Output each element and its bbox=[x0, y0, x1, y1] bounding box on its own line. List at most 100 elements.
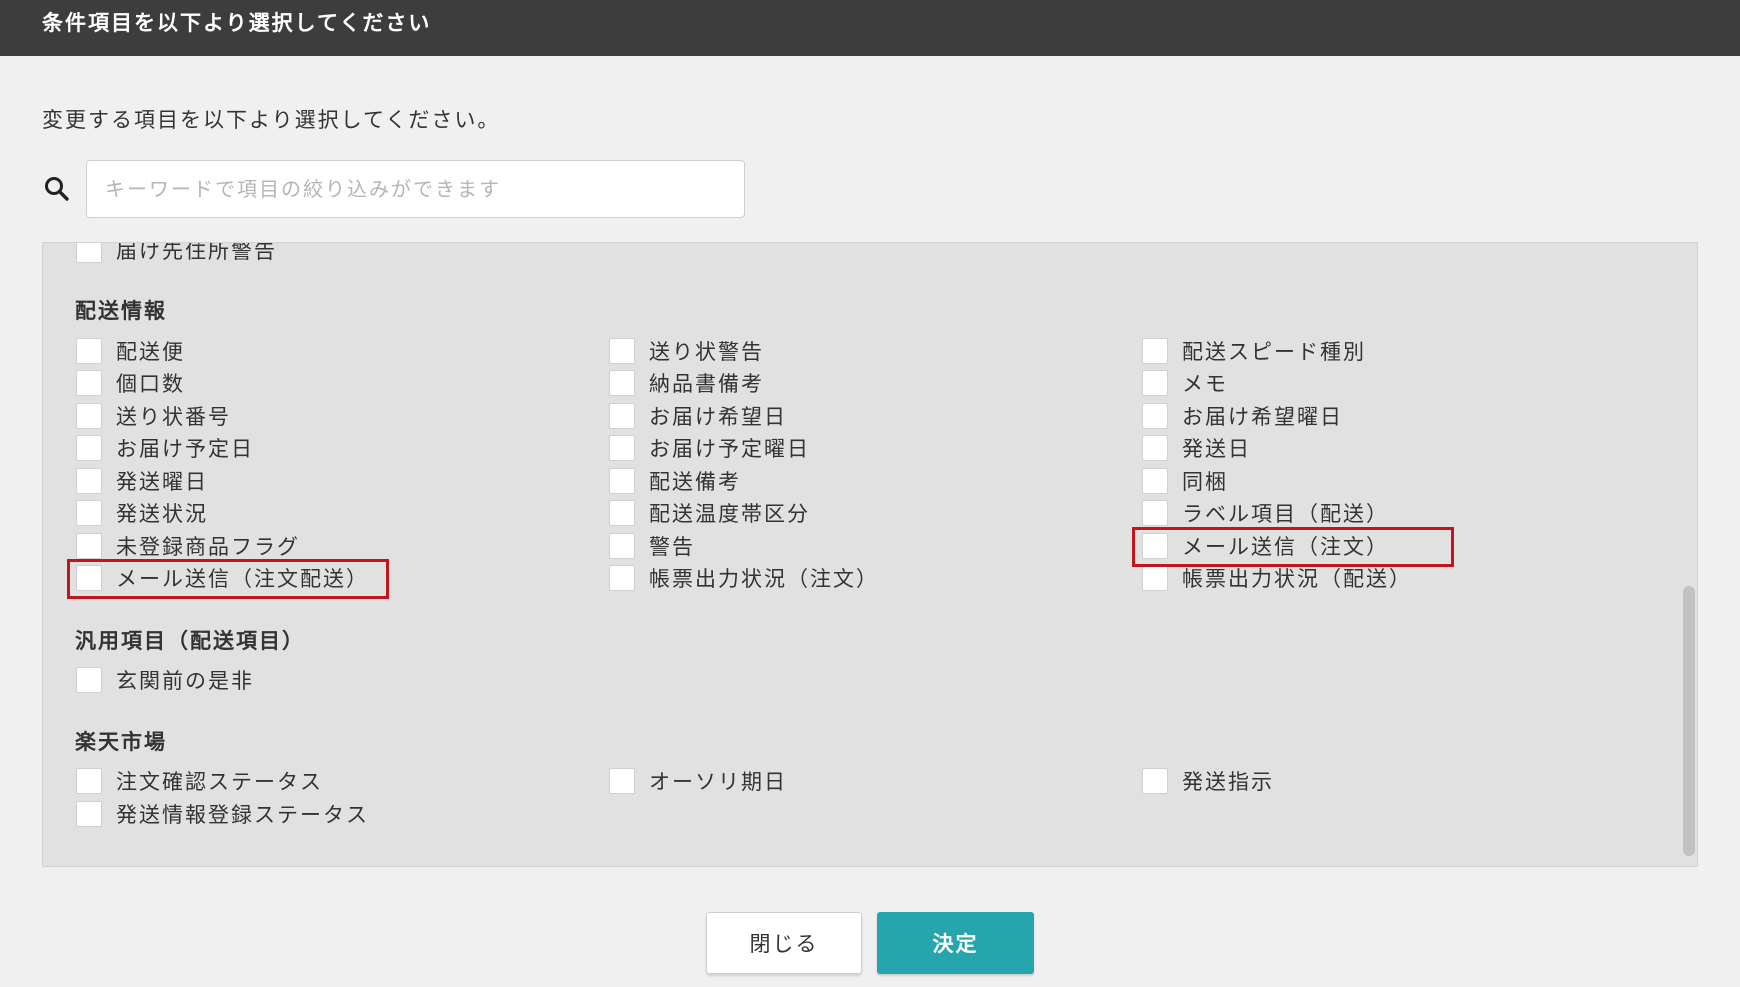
checkbox[interactable] bbox=[609, 403, 635, 429]
checkbox-item[interactable]: お届け希望曜日 bbox=[1142, 401, 1343, 431]
search-icon bbox=[45, 177, 69, 201]
confirm-button[interactable]: 決定 bbox=[877, 912, 1034, 974]
checkbox-item[interactable]: 帳票出力状況（配送） bbox=[1142, 563, 1412, 593]
checkbox-label: ラベル項目（配送） bbox=[1182, 502, 1389, 526]
dialog-title: 条件項目を以下より選択してください bbox=[0, 0, 1740, 56]
checkbox-label: メール送信（注文） bbox=[1182, 535, 1389, 559]
checkbox-label: 玄関前の是非 bbox=[116, 669, 254, 693]
checkbox[interactable] bbox=[76, 338, 102, 364]
checkbox-label: 発送状況 bbox=[116, 502, 208, 526]
checkbox-label: 発送日 bbox=[1182, 437, 1251, 461]
checkbox-label: 同梱 bbox=[1182, 470, 1228, 494]
instruction-text: 変更する項目を以下より選択してください。 bbox=[42, 108, 501, 132]
checkbox-label: 警告 bbox=[649, 535, 695, 559]
checkbox-item[interactable]: メール送信（注文） bbox=[1142, 531, 1389, 561]
checkbox[interactable] bbox=[76, 801, 102, 827]
checkbox-label: 注文確認ステータス bbox=[116, 770, 323, 794]
close-button[interactable]: 閉じる bbox=[706, 912, 862, 974]
checkbox[interactable] bbox=[1142, 500, 1168, 526]
checkbox[interactable] bbox=[76, 667, 102, 693]
checkbox-label: 送り状番号 bbox=[116, 405, 231, 429]
checkbox-item[interactable]: 配送備考 bbox=[609, 466, 741, 496]
checkbox-item[interactable]: お届け希望日 bbox=[609, 401, 787, 431]
checkbox-label: メール送信（注文配送） bbox=[116, 567, 369, 591]
checkbox[interactable] bbox=[1142, 565, 1168, 591]
checkbox-label: オーソリ期日 bbox=[649, 770, 787, 794]
checkbox-item[interactable]: 発送曜日 bbox=[76, 466, 208, 496]
checkbox[interactable] bbox=[1142, 468, 1168, 494]
checkbox[interactable] bbox=[76, 435, 102, 461]
checkbox-item[interactable]: 帳票出力状況（注文） bbox=[609, 563, 879, 593]
checkbox-item[interactable]: 送り状警告 bbox=[609, 336, 764, 366]
checkbox[interactable] bbox=[609, 533, 635, 559]
checkbox-label: 帳票出力状況（配送） bbox=[1182, 567, 1412, 591]
checkbox-label: 発送情報登録ステータス bbox=[116, 803, 369, 827]
checkbox-item[interactable]: 警告 bbox=[609, 531, 695, 561]
checkbox[interactable] bbox=[609, 768, 635, 794]
checkbox-item[interactable]: 発送情報登録ステータス bbox=[76, 799, 369, 829]
checkbox-item[interactable]: 個口数 bbox=[76, 368, 185, 398]
checkbox-item[interactable]: お届け予定曜日 bbox=[609, 433, 810, 463]
checkbox[interactable] bbox=[609, 468, 635, 494]
checkbox-label: 発送曜日 bbox=[116, 470, 208, 494]
checkbox[interactable] bbox=[1142, 768, 1168, 794]
checkbox[interactable] bbox=[76, 500, 102, 526]
scrollbar-thumb[interactable] bbox=[1683, 586, 1695, 856]
checkbox-item[interactable]: 発送状況 bbox=[76, 498, 208, 528]
checkbox-item[interactable]: メモ bbox=[1142, 368, 1228, 398]
checkbox-item[interactable]: メール送信（注文配送） bbox=[76, 563, 369, 593]
checkbox-label: お届け予定日 bbox=[116, 437, 254, 461]
checkbox-label: 送り状警告 bbox=[649, 340, 764, 364]
checkbox[interactable] bbox=[76, 243, 102, 263]
checkbox-item[interactable]: お届け予定日 bbox=[76, 433, 254, 463]
checkbox-label: 帳票出力状況（注文） bbox=[649, 567, 879, 591]
checkbox-item[interactable]: 玄関前の是非 bbox=[76, 665, 254, 695]
checkbox-item[interactable]: 配送温度帯区分 bbox=[609, 498, 810, 528]
checkbox-label: 配送備考 bbox=[649, 470, 741, 494]
item-list-panel[interactable]: 届け先住所警告 配送情報 配送便 送り状警告 配送スピード種別 個口数 納品書備… bbox=[42, 242, 1698, 867]
checkbox-label: メモ bbox=[1182, 372, 1228, 396]
checkbox[interactable] bbox=[76, 403, 102, 429]
checkbox[interactable] bbox=[609, 338, 635, 364]
checkbox[interactable] bbox=[76, 468, 102, 494]
section-title-rakuten: 楽天市場 bbox=[75, 730, 167, 754]
checkbox-item[interactable]: 配送便 bbox=[76, 336, 185, 366]
checkbox-label: 配送便 bbox=[116, 340, 185, 364]
checkbox-item[interactable]: 送り状番号 bbox=[76, 401, 231, 431]
checkbox[interactable] bbox=[76, 370, 102, 396]
checkbox-label: お届け予定曜日 bbox=[649, 437, 810, 461]
checkbox[interactable] bbox=[1142, 533, 1168, 559]
checkbox-item[interactable]: 注文確認ステータス bbox=[76, 766, 323, 796]
section-title-general-shipping: 汎用項目（配送項目） bbox=[75, 629, 305, 653]
checkbox-label: お届け希望日 bbox=[649, 405, 787, 429]
checkbox-label: お届け希望曜日 bbox=[1182, 405, 1343, 429]
checkbox-label: 発送指示 bbox=[1182, 770, 1274, 794]
checkbox[interactable] bbox=[1142, 338, 1168, 364]
checkbox-item[interactable]: 未登録商品フラグ bbox=[76, 531, 300, 561]
checkbox-label: 届け先住所警告 bbox=[116, 242, 277, 263]
checkbox-label: 配送スピード種別 bbox=[1182, 340, 1366, 364]
checkbox[interactable] bbox=[1142, 370, 1168, 396]
search-input[interactable] bbox=[86, 160, 745, 218]
checkbox-label: 個口数 bbox=[116, 372, 185, 396]
checkbox-item[interactable]: 届け先住所警告 bbox=[76, 242, 277, 265]
checkbox-item[interactable]: 同梱 bbox=[1142, 466, 1228, 496]
checkbox-item[interactable]: ラベル項目（配送） bbox=[1142, 498, 1389, 528]
checkbox-item[interactable]: 発送日 bbox=[1142, 433, 1251, 463]
checkbox[interactable] bbox=[609, 370, 635, 396]
checkbox-label: 配送温度帯区分 bbox=[649, 502, 810, 526]
checkbox[interactable] bbox=[1142, 435, 1168, 461]
checkbox[interactable] bbox=[609, 565, 635, 591]
checkbox-item[interactable]: 納品書備考 bbox=[609, 368, 764, 398]
checkbox-item[interactable]: オーソリ期日 bbox=[609, 766, 787, 796]
checkbox-label: 納品書備考 bbox=[649, 372, 764, 396]
checkbox[interactable] bbox=[609, 435, 635, 461]
checkbox[interactable] bbox=[609, 500, 635, 526]
checkbox-item[interactable]: 配送スピード種別 bbox=[1142, 336, 1366, 366]
checkbox-item[interactable]: 発送指示 bbox=[1142, 766, 1274, 796]
checkbox[interactable] bbox=[76, 565, 102, 591]
checkbox[interactable] bbox=[1142, 403, 1168, 429]
checkbox-label: 未登録商品フラグ bbox=[116, 535, 300, 559]
checkbox[interactable] bbox=[76, 533, 102, 559]
checkbox[interactable] bbox=[76, 768, 102, 794]
